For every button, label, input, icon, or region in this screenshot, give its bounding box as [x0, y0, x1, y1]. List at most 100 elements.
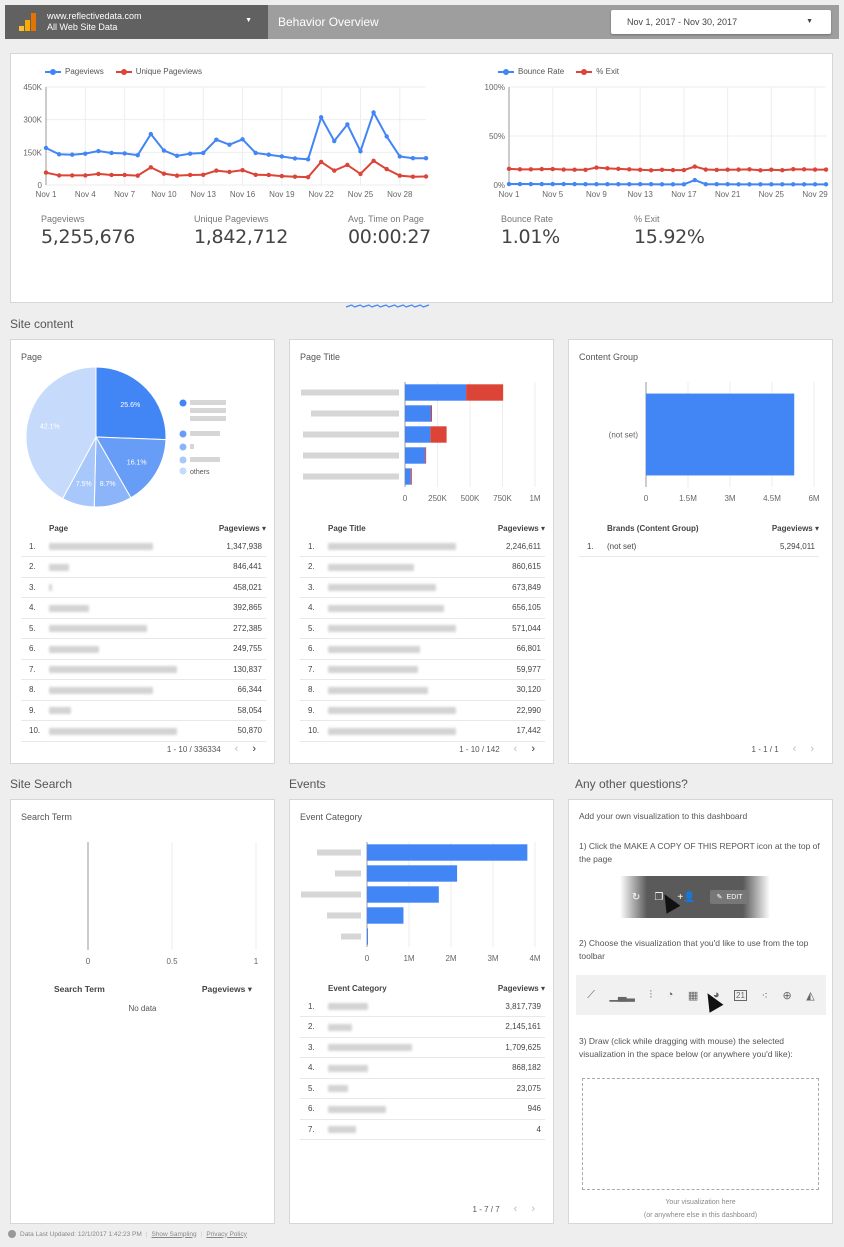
table-row[interactable]: 7. 4 [300, 1119, 545, 1140]
table-row[interactable]: 6. 249,755 [21, 638, 266, 660]
row-label-redacted [328, 638, 487, 660]
data-point [583, 182, 588, 187]
row-value: 272,385 [207, 618, 266, 639]
data-point [410, 174, 416, 179]
dropdown-caret-icon[interactable]: ▼ [245, 17, 252, 24]
info-icon [8, 1230, 16, 1238]
placeholder-text-2: (or anywhere else in this dashboard) [643, 1212, 758, 1219]
next-page-button[interactable]: › [531, 743, 535, 755]
privacy-policy-link[interactable]: Privacy Policy [206, 1231, 246, 1238]
column-header[interactable]: Brands (Content Group) [607, 520, 747, 536]
next-page-button[interactable]: › [252, 743, 256, 755]
next-page-button[interactable]: › [810, 743, 814, 755]
column-header-search-term[interactable]: Search Term [54, 984, 105, 994]
table-row[interactable]: 2. 846,441 [21, 556, 266, 578]
table-row[interactable]: 7. 130,837 [21, 659, 266, 680]
row-index: 7. [300, 659, 328, 680]
data-point [780, 168, 785, 173]
table-row[interactable]: 3. 458,021 [21, 577, 266, 598]
column-header-pageviews[interactable]: Pageviews ▾ [202, 984, 252, 995]
data-point [506, 166, 512, 172]
data-point [83, 151, 88, 156]
row-index: 4. [300, 1057, 328, 1079]
table-row[interactable]: 3. 673,849 [300, 577, 545, 598]
column-header[interactable]: Pageviews ▾ [747, 520, 819, 536]
bar [466, 384, 504, 401]
legend-item-unique-pageviews[interactable]: Unique Pageviews [115, 67, 202, 76]
table-row[interactable]: 8. 30,120 [300, 679, 545, 701]
data-point [96, 148, 101, 154]
table-row[interactable]: 4. 392,865 [21, 597, 266, 619]
table-row[interactable]: 1. (not set) 5,294,011 [579, 536, 819, 557]
column-header[interactable]: Page [49, 520, 208, 536]
prev-page-button[interactable]: ‹ [514, 1203, 518, 1215]
table-row[interactable]: 4. 656,105 [300, 597, 545, 619]
x-tick-label: 2M [445, 954, 456, 963]
prev-page-button[interactable]: ‹ [793, 743, 797, 755]
row-index: 10. [21, 720, 49, 742]
table-row[interactable]: 5. 272,385 [21, 618, 266, 639]
time-series-icon: ⟋ [587, 988, 595, 1001]
section-title-events: Events [289, 777, 326, 791]
row-value: 392,865 [207, 597, 266, 619]
row-label-redacted [328, 659, 487, 680]
table-row[interactable]: 3. 1,709,625 [300, 1037, 545, 1058]
legend-item-exit[interactable]: % Exit [576, 67, 619, 76]
table-row[interactable]: 6. 66,801 [300, 638, 545, 660]
row-value: 22,990 [486, 700, 545, 721]
data-point [423, 174, 429, 179]
x-tick-label: 0 [86, 957, 91, 966]
table-row[interactable]: 4. 868,182 [300, 1057, 545, 1079]
table-row[interactable]: 5. 571,044 [300, 618, 545, 639]
table-row[interactable]: 2. 2,145,161 [300, 1016, 545, 1038]
section-title-questions: Any other questions? [575, 777, 688, 791]
data-point [397, 154, 402, 159]
table-row[interactable]: 8. 66,344 [21, 679, 266, 701]
show-sampling-link[interactable]: Show Sampling [151, 1231, 196, 1238]
prev-page-button[interactable]: ‹ [235, 743, 239, 755]
column-header[interactable]: Pageviews ▾ [208, 520, 266, 536]
column-header[interactable]: Pageviews ▾ [487, 520, 545, 536]
table-row[interactable]: 1. 2,246,611 [300, 536, 545, 557]
data-point [823, 167, 829, 172]
legend-item-bounce-rate[interactable]: Bounce Rate [498, 67, 564, 76]
x-tick-label: Nov 28 [387, 190, 413, 199]
share-person-icon: +👤 [677, 891, 696, 903]
table-row[interactable]: 10. 17,442 [300, 720, 545, 742]
legend-item-pageviews[interactable]: Pageviews [45, 67, 104, 76]
column-header[interactable]: Pageviews ▾ [467, 980, 545, 996]
top-bar: www.reflectivedata.com All Web Site Data… [5, 5, 839, 39]
data-point [423, 156, 429, 161]
pie-slice-label: 7.5% [76, 481, 92, 488]
row-value: 59,977 [486, 659, 545, 680]
column-header[interactable]: Event Category [328, 980, 467, 996]
table-row[interactable]: 2. 860,615 [300, 556, 545, 578]
legend-bounce: Bounce Rate % Exit [498, 67, 619, 76]
row-label-redacted [328, 618, 487, 639]
table-row[interactable]: 1. 3,817,739 [300, 996, 545, 1017]
row-label-redacted [328, 1057, 467, 1079]
account-selector[interactable]: www.reflectivedata.com All Web Site Data… [5, 5, 268, 39]
next-page-button[interactable]: › [531, 1203, 535, 1215]
table-row[interactable]: 5. 23,075 [300, 1078, 545, 1099]
data-point [561, 167, 566, 172]
column-header[interactable]: Page Title [328, 520, 487, 536]
table-row[interactable]: 9. 22,990 [300, 700, 545, 721]
table-row[interactable]: 6. 946 [300, 1098, 545, 1120]
x-tick-label: Nov 7 [114, 190, 135, 199]
row-label-redacted [49, 618, 208, 639]
date-range-picker[interactable]: Nov 1, 2017 - Nov 30, 2017 ▼ [611, 10, 831, 34]
data-point [758, 182, 763, 187]
table-row[interactable]: 1. 1,347,938 [21, 536, 266, 557]
series-line-1 [45, 159, 427, 179]
table-row[interactable]: 9. 58,054 [21, 700, 266, 721]
table-row[interactable]: 7. 59,977 [300, 659, 545, 680]
view-name: All Web Site Data [47, 22, 118, 32]
visualization-drop-area[interactable] [582, 1078, 819, 1190]
prev-page-button[interactable]: ‹ [514, 743, 518, 755]
row-index: 6. [21, 638, 49, 660]
dropdown-caret-icon: ▼ [806, 18, 813, 25]
data-point [70, 152, 75, 157]
row-index: 4. [300, 597, 328, 619]
table-row[interactable]: 10. 50,870 [21, 720, 266, 742]
